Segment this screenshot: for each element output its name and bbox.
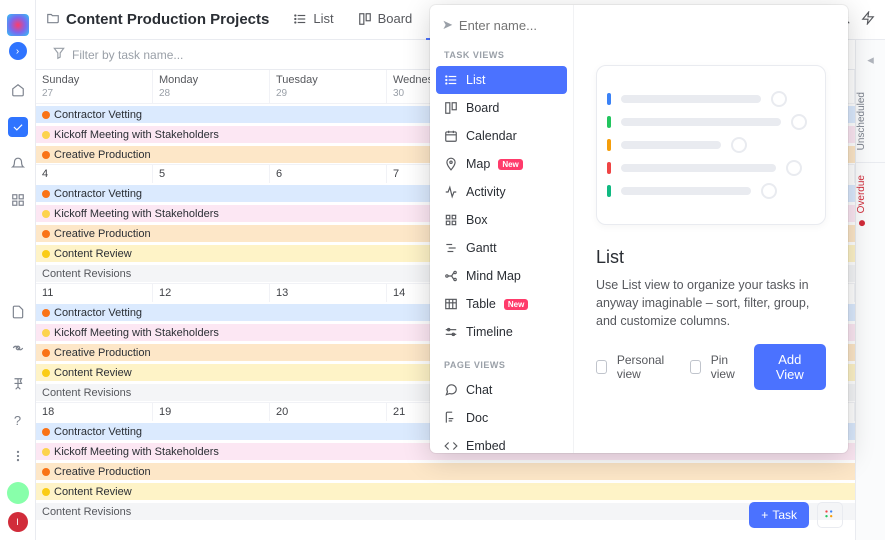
apps-icon[interactable] — [9, 191, 27, 209]
view-option-timeline[interactable]: Timeline — [436, 318, 567, 346]
calendar-day-header: Tuesday29 — [270, 70, 387, 103]
goals-icon[interactable] — [9, 375, 27, 393]
calendar-task-bar[interactable]: Content Review — [36, 483, 855, 501]
status-dot-icon — [42, 151, 50, 159]
home-icon[interactable] — [9, 81, 27, 99]
calendar-date-cell[interactable]: 13 — [270, 284, 387, 302]
status-dot-icon — [42, 369, 50, 377]
app-logo-icon[interactable] — [7, 14, 29, 36]
section-page-views: PAGE VIEWS — [444, 360, 567, 370]
view-option-gantt[interactable]: Gantt — [436, 234, 567, 262]
pin-view-label: Pin view — [711, 353, 744, 381]
right-rail-unscheduled[interactable]: Unscheduled — [856, 80, 867, 162]
add-view-popover: ➤ TASK VIEWS ListBoardCalendarMapNewActi… — [430, 5, 848, 453]
popover-view-list: ➤ TASK VIEWS ListBoardCalendarMapNewActi… — [430, 5, 574, 453]
calendar-date-cell[interactable]: 5 — [153, 165, 270, 183]
status-dot-icon — [42, 488, 50, 496]
new-badge: New — [498, 159, 522, 170]
right-rail-overdue[interactable]: Overdue — [856, 163, 867, 238]
tab-list[interactable]: List — [283, 0, 343, 40]
status-dot-icon — [42, 468, 50, 476]
status-dot-icon — [42, 111, 50, 119]
personal-view-checkbox[interactable] — [596, 360, 607, 374]
view-option-map[interactable]: MapNew — [436, 150, 567, 178]
calendar-day-header: Sunday27 — [36, 70, 153, 103]
calendar-task-bar[interactable]: Content Revisions — [36, 503, 855, 521]
view-search-input[interactable] — [459, 18, 561, 33]
calendar-date-cell[interactable]: 19 — [153, 403, 270, 421]
view-option-board[interactable]: Board — [436, 94, 567, 122]
docs-icon[interactable] — [9, 303, 27, 321]
initial-badge[interactable]: I — [8, 512, 28, 532]
status-dot-icon — [42, 309, 50, 317]
page-title: Content Production Projects — [66, 11, 269, 28]
filter-icon[interactable] — [52, 46, 66, 63]
view-option-embed[interactable]: Embed — [436, 432, 567, 453]
more-icon[interactable] — [9, 447, 27, 465]
status-dot-icon — [42, 329, 50, 337]
list-preview-graphic — [596, 65, 826, 225]
section-task-views: TASK VIEWS — [444, 50, 567, 60]
calendar-date-cell[interactable]: 12 — [153, 284, 270, 302]
add-view-button[interactable]: Add View — [754, 344, 826, 390]
tab-board[interactable]: Board — [348, 0, 423, 40]
bolt-icon[interactable] — [861, 11, 875, 28]
notifications-icon[interactable] — [9, 155, 27, 173]
status-dot-icon — [42, 250, 50, 258]
folder-icon — [46, 11, 60, 28]
quick-grid-icon[interactable] — [817, 502, 843, 528]
status-dot-icon — [42, 448, 50, 456]
status-dot-icon — [42, 131, 50, 139]
view-option-activity[interactable]: Activity — [436, 178, 567, 206]
view-search[interactable]: ➤ — [436, 15, 567, 36]
status-dot-icon — [42, 210, 50, 218]
calendar-date-cell[interactable]: 6 — [270, 165, 387, 183]
calendar-date-cell[interactable]: 4 — [36, 165, 153, 183]
view-option-doc[interactable]: Doc — [436, 404, 567, 432]
calendar-date-cell[interactable]: 18 — [36, 403, 153, 421]
nav-back-icon[interactable]: › — [9, 42, 27, 60]
view-option-chat[interactable]: Chat — [436, 376, 567, 404]
calendar-date-cell[interactable]: 20 — [270, 403, 387, 421]
calendar-date-cell[interactable]: 11 — [36, 284, 153, 302]
view-option-table[interactable]: TableNew — [436, 290, 567, 318]
detail-description: Use List view to organize your tasks in … — [596, 276, 826, 330]
pin-view-checkbox[interactable] — [690, 360, 701, 374]
filter-placeholder[interactable]: Filter by task name... — [72, 48, 183, 62]
user-avatar-icon[interactable] — [7, 482, 29, 504]
cursor-icon: ➤ — [442, 17, 453, 33]
right-rail: ◂ Unscheduled Overdue — [855, 40, 885, 540]
calendar-day-header: Monday28 — [153, 70, 270, 103]
calendar-task-bar[interactable]: Creative Production — [36, 463, 855, 481]
left-nav-rail: › ? I — [0, 0, 36, 540]
detail-title: List — [596, 247, 826, 268]
new-badge: New — [504, 299, 528, 310]
popover-detail: List Use List view to organize your task… — [574, 5, 848, 453]
floating-actions: + Task — [749, 502, 843, 528]
help-icon[interactable]: ? — [9, 411, 27, 429]
new-task-button[interactable]: + Task — [749, 502, 809, 528]
status-dot-icon — [42, 349, 50, 357]
status-dot-icon — [42, 428, 50, 436]
status-dot-icon — [42, 230, 50, 238]
record-icon[interactable] — [9, 339, 27, 357]
view-option-calendar[interactable]: Calendar — [436, 122, 567, 150]
status-dot-icon — [42, 190, 50, 198]
view-option-box[interactable]: Box — [436, 206, 567, 234]
tasks-icon[interactable] — [8, 117, 28, 137]
view-option-mind map[interactable]: Mind Map — [436, 262, 567, 290]
view-option-list[interactable]: List — [436, 66, 567, 94]
drawer-toggle-icon[interactable]: ◂ — [856, 40, 885, 80]
personal-view-label: Personal view — [617, 353, 672, 381]
